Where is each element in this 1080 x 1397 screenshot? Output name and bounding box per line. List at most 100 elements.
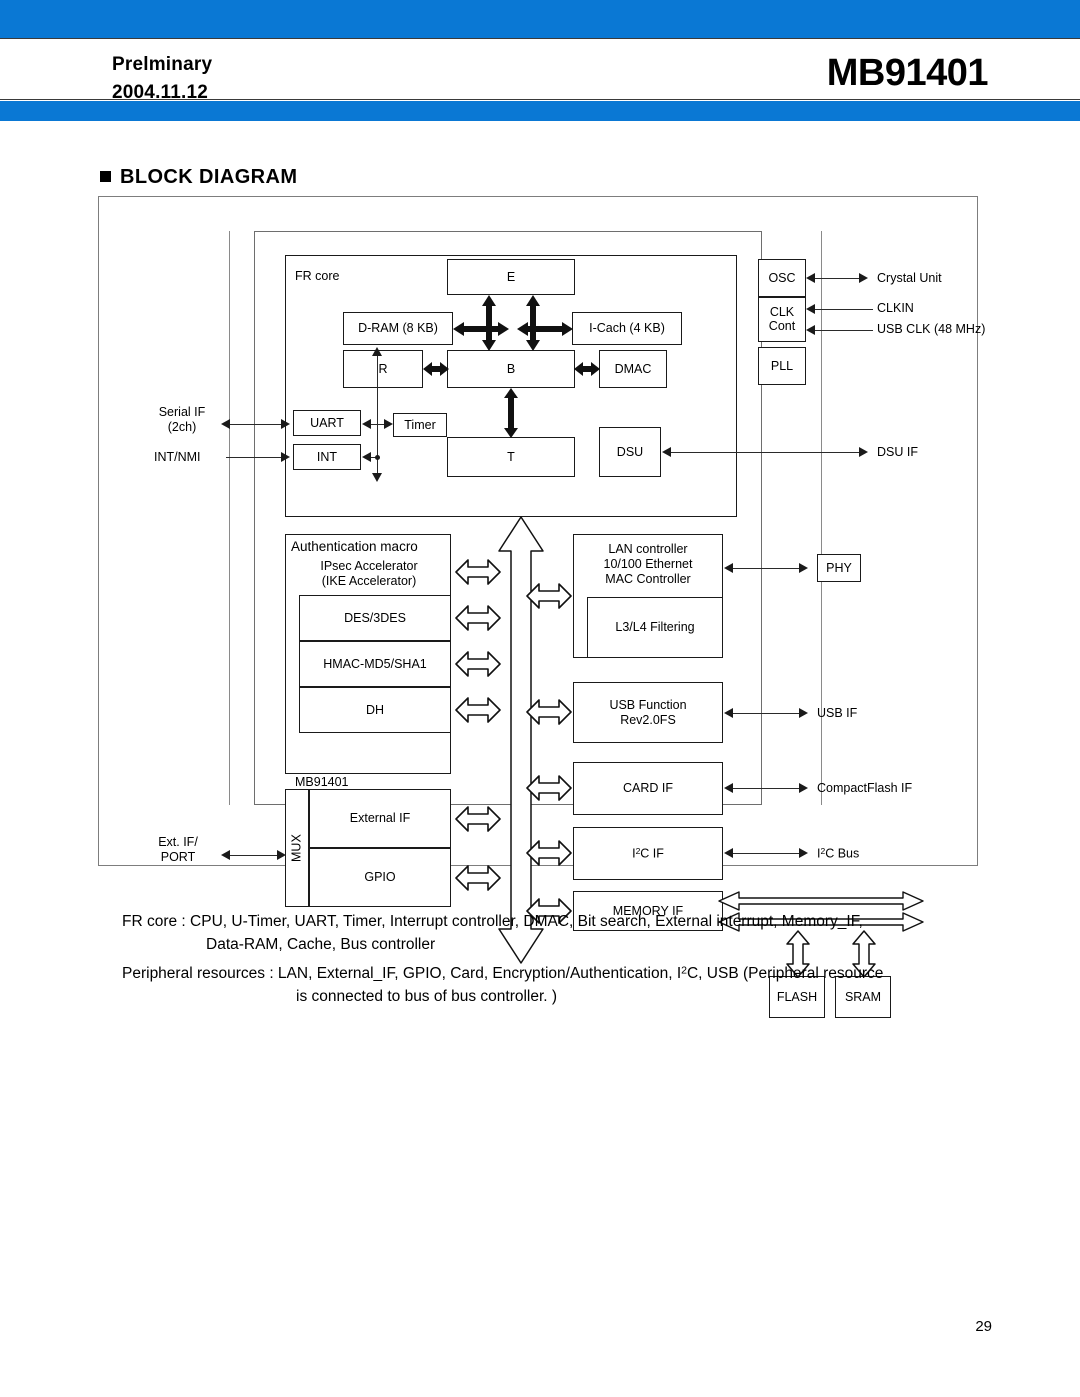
caption-fr-core-line1: FR core : CPU, U-Timer, UART, Timer, Int…: [122, 913, 863, 930]
ext-if-port-line: [226, 855, 281, 856]
external-if-bus-arrow: [455, 804, 501, 834]
clk-cont-line2: Cont: [768, 318, 796, 333]
caption-peripheral-line1: Peripheral resources : LAN, External_IF,…: [122, 964, 884, 982]
serial-if-line: [226, 424, 286, 425]
int-nmi-label: INT/NMI: [154, 450, 201, 464]
usb-clk-label: USB CLK (48 MHz): [877, 322, 986, 336]
dsu-arrowhead-left: [662, 447, 671, 457]
usb-line1: USB Function: [609, 697, 687, 712]
authentication-macro-title: Authentication macro: [291, 539, 418, 554]
caption-peripheral: Peripheral resources : LAN, External_IF,…: [122, 962, 1012, 1009]
int-arrowhead: [362, 452, 371, 462]
caption-fr-core: FR core : CPU, U-Timer, UART, Timer, Int…: [122, 910, 1002, 957]
usb-if-arrowhead-right: [799, 708, 808, 718]
int-block: INT: [293, 444, 361, 470]
ext-if-arrowhead-right: [277, 850, 286, 860]
ipsec-bus-arrow: [455, 557, 501, 587]
i2c-bus-arrow-internal: [526, 838, 572, 868]
pll-block: PLL: [758, 347, 806, 385]
b-dmac-arrow: [574, 361, 600, 377]
clk-cont-line1: CLK: [769, 305, 795, 320]
card-bus-arrow: [526, 773, 572, 803]
usb-clk-arrowhead: [806, 325, 815, 335]
uart-arrowhead: [362, 419, 371, 429]
usb-clk-line: [811, 330, 873, 331]
ext-if-port-label: Ext. IF/ PORT: [133, 835, 223, 866]
lan-line1: LAN controller: [608, 542, 688, 556]
phy-arrowhead-left: [724, 563, 733, 573]
des-3des-block: DES/3DES: [299, 595, 451, 641]
uart-block: UART: [293, 410, 361, 436]
ipsec-accelerator-label: IPsec Accelerator (IKE Accelerator): [291, 559, 447, 589]
compactflash-arrowhead-right: [799, 783, 808, 793]
caption-fr-core-line2: Data-RAM, Cache, Bus controller: [206, 936, 436, 954]
gpio-bus-arrow: [455, 863, 501, 893]
serial-if-line2: (2ch): [167, 420, 197, 435]
ext-if-port-line1: Ext. IF/: [158, 835, 198, 849]
b-block: B: [447, 350, 575, 388]
int-nmi-arrowhead: [281, 452, 290, 462]
usb-bus-arrow: [526, 697, 572, 727]
block-diagram-frame: FR core MB91401 E D-RAM (8 KB) I-Cach (4…: [98, 196, 985, 1018]
usb-if-line: [729, 713, 805, 714]
int-nmi-line: [226, 457, 286, 458]
b-t-arrow: [503, 388, 519, 438]
usb-if-label: USB IF: [817, 706, 858, 720]
page-title-text: BLOCK DIAGRAM: [120, 166, 298, 188]
hmac-bus-arrow: [455, 649, 501, 679]
e-b-vertical-arrow-left: [481, 295, 497, 351]
osc-arrowhead-left: [806, 273, 815, 283]
compactflash-arrowhead-left: [724, 783, 733, 793]
page-number: 29: [975, 1318, 992, 1335]
osc-block: OSC: [758, 259, 806, 297]
l3-l4-filtering-block: L3/L4 Filtering: [587, 597, 723, 658]
compactflash-line: [729, 788, 805, 789]
square-bullet-icon: [100, 171, 111, 182]
timer-block: Timer: [393, 413, 447, 437]
dsu-line: [667, 452, 865, 453]
caption-peripheral-line2: is connected to bus of bus controller. ): [296, 988, 558, 1006]
t-block: T: [447, 437, 575, 477]
card-if-block: CARD IF: [573, 762, 723, 815]
usb-line2: Rev2.0FS: [620, 712, 676, 727]
ipsec-line2: (IKE Accelerator): [321, 574, 417, 588]
crystal-unit-label: Crystal Unit: [877, 271, 942, 285]
dsu-if-label: DSU IF: [877, 445, 918, 459]
d-ram-block: D-RAM (8 KB): [343, 312, 453, 345]
i2c-bus-label: I2C Bus: [817, 846, 860, 861]
dh-bus-arrow: [455, 695, 501, 725]
osc-line: [811, 278, 866, 279]
hmac-md5-sha1-block: HMAC-MD5/SHA1: [299, 641, 451, 687]
dh-block: DH: [299, 687, 451, 733]
des-3des-bus-arrow: [455, 603, 501, 633]
timer-arrowhead: [384, 419, 393, 429]
header-part-number: MB91401: [826, 52, 989, 94]
lan-line2: 10/100 Ethernet: [603, 556, 693, 571]
phy-line: [729, 568, 805, 569]
int-junction-dot: [375, 455, 380, 460]
clkin-label: CLKIN: [877, 301, 914, 315]
header-bottom-bar: [0, 101, 1080, 121]
int-vertical-arrowhead-down: [372, 473, 382, 482]
clkin-line: [811, 309, 873, 310]
fr-core-label: FR core: [295, 269, 340, 283]
lan-line3: MAC Controller: [605, 571, 691, 586]
r-b-arrow: [423, 361, 449, 377]
i2c-if-block: I2C IF: [573, 827, 723, 880]
left-boundary-line: [229, 231, 230, 805]
ipsec-line1: IPsec Accelerator: [320, 559, 418, 573]
external-if-block: External IF: [309, 789, 451, 848]
dsu-arrowhead-right: [859, 447, 868, 457]
i2c-arrowhead-left: [724, 848, 733, 858]
e-block: E: [447, 259, 575, 295]
r-block: R: [343, 350, 423, 388]
ext-if-arrowhead-left: [221, 850, 230, 860]
i2c-arrowhead-right: [799, 848, 808, 858]
serial-if-arrowhead-left: [221, 419, 230, 429]
serial-if-label: Serial IF (2ch): [139, 405, 225, 436]
i-cache-block: I-Cach (4 KB): [572, 312, 682, 345]
serial-if-arrowhead-right: [281, 419, 290, 429]
e-b-vertical-arrow-right: [525, 295, 541, 351]
dsu-block: DSU: [599, 427, 661, 477]
clk-cont-block: CLK Cont: [758, 297, 806, 342]
